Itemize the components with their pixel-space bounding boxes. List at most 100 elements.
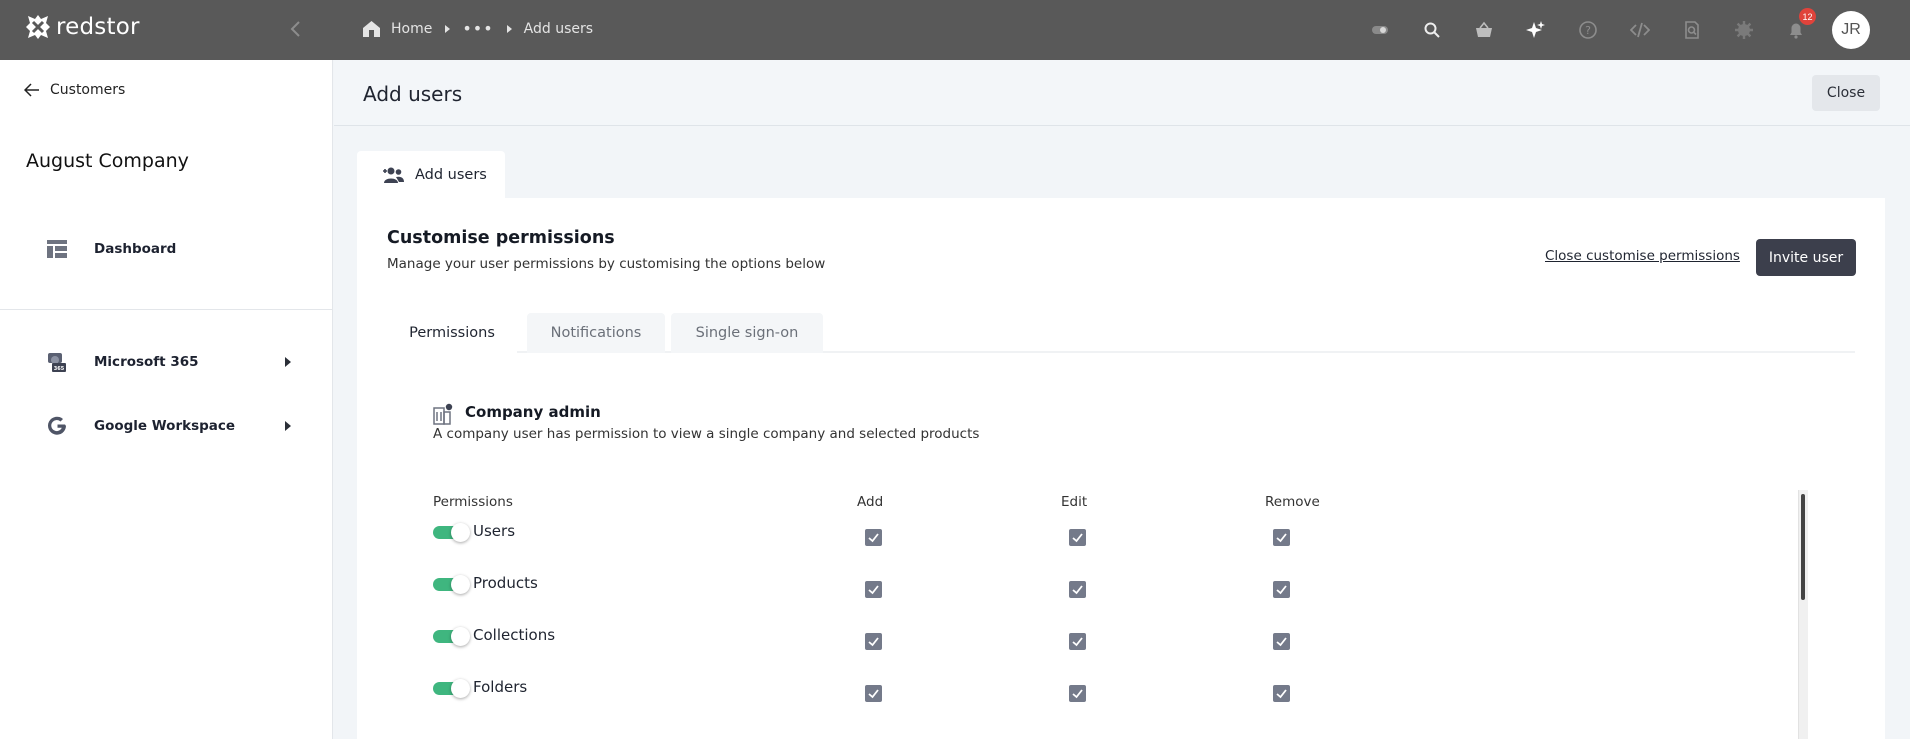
search-icon — [1424, 22, 1440, 38]
check-icon — [868, 637, 879, 647]
edit-checkbox[interactable] — [1069, 581, 1086, 598]
arrow-left-icon — [24, 83, 39, 97]
column-header: Remove — [1265, 494, 1320, 510]
table-row: Collections — [433, 625, 1513, 677]
tab-permissions[interactable]: Permissions — [387, 313, 517, 353]
tab-label: Add users — [415, 167, 487, 183]
column-header: Add — [857, 494, 884, 510]
permission-label: Collections — [473, 626, 556, 644]
check-icon — [1072, 533, 1083, 543]
user-avatar[interactable]: JR — [1832, 11, 1870, 49]
check-icon — [1072, 689, 1083, 699]
back-link-label: Customers — [50, 82, 126, 98]
google-icon — [44, 413, 70, 439]
toggle-icon — [1372, 26, 1388, 34]
role-description: A company user has permission to view a … — [433, 426, 980, 442]
breadcrumb-current: Add users — [523, 20, 594, 37]
sidebar-item-label: Google Workspace — [94, 418, 236, 434]
help-button[interactable]: ? — [1562, 0, 1614, 60]
tab-add-users[interactable]: Add users — [357, 151, 505, 199]
remove-checkbox[interactable] — [1273, 581, 1290, 598]
remove-checkbox[interactable] — [1273, 633, 1290, 650]
basket-icon — [1476, 21, 1492, 37]
edit-checkbox[interactable] — [1069, 633, 1086, 650]
sidebar-item-dashboard[interactable]: Dashboard — [0, 227, 333, 271]
sidebar-item-label: Microsoft 365 — [94, 354, 199, 370]
breadcrumb-home[interactable]: Home — [391, 21, 432, 37]
permissions-panel: Customise permissions Manage your user p… — [357, 198, 1885, 739]
remove-checkbox[interactable] — [1273, 685, 1290, 702]
brand-name: redstor — [56, 14, 140, 40]
add-users-icon — [383, 167, 404, 183]
dashboard-icon — [44, 236, 70, 262]
column-header: Permissions — [433, 494, 513, 510]
code-icon — [1630, 22, 1650, 38]
edit-checkbox[interactable] — [1069, 685, 1086, 702]
table-row: Users — [433, 521, 1513, 573]
add-checkbox[interactable] — [865, 633, 882, 650]
basket-button[interactable] — [1458, 0, 1510, 60]
check-icon — [1276, 533, 1287, 543]
permission-toggle[interactable] — [433, 627, 470, 646]
redstor-logo-icon — [26, 15, 50, 39]
developer-button[interactable] — [1614, 0, 1666, 60]
invite-user-button[interactable]: Invite user — [1756, 239, 1856, 276]
settings-button[interactable] — [1718, 0, 1770, 60]
chevron-right-icon — [506, 24, 512, 33]
svg-text:365: 365 — [54, 366, 65, 372]
tab-single-sign-on[interactable]: Single sign-on — [671, 313, 823, 353]
check-icon — [868, 533, 879, 543]
breadcrumb-more[interactable]: ••• — [462, 19, 493, 38]
caret-right-icon[interactable] — [284, 357, 292, 367]
sidebar-item-google-workspace[interactable]: Google Workspace — [0, 404, 333, 448]
column-header: Edit — [1061, 494, 1088, 510]
top-bar: redstor Home ••• Add users ? 12 JR — [0, 0, 1910, 60]
edit-checkbox[interactable] — [1069, 529, 1086, 546]
table-row: Folders — [433, 677, 1513, 729]
help-icon: ? — [1579, 21, 1597, 39]
check-icon — [868, 585, 879, 595]
permission-toggle[interactable] — [433, 679, 470, 698]
caret-right-icon[interactable] — [284, 421, 292, 431]
breadcrumb: Home ••• Add users — [362, 19, 593, 38]
panel-subtitle: Manage your user permissions by customis… — [387, 256, 826, 272]
collapse-sidebar-button[interactable] — [286, 18, 306, 40]
tab-notifications[interactable]: Notifications — [527, 313, 665, 353]
svg-text:?: ? — [1585, 24, 1591, 37]
check-icon — [1276, 689, 1287, 699]
ai-assistant-button[interactable] — [1510, 0, 1562, 60]
gear-icon — [1735, 21, 1753, 39]
check-icon — [1072, 585, 1083, 595]
check-icon — [868, 689, 879, 699]
page-title: Add users — [363, 82, 463, 106]
scrollbar-thumb[interactable] — [1801, 494, 1805, 600]
add-checkbox[interactable] — [865, 529, 882, 546]
check-icon — [1276, 585, 1287, 595]
home-icon[interactable] — [362, 20, 381, 38]
permission-toggle[interactable] — [433, 575, 470, 594]
chevron-right-icon — [445, 24, 451, 33]
check-icon — [1072, 637, 1083, 647]
brand-logo[interactable]: redstor — [24, 13, 140, 41]
back-to-customers-link[interactable]: Customers — [24, 82, 125, 98]
permission-label: Users — [473, 522, 516, 540]
add-checkbox[interactable] — [865, 581, 882, 598]
permission-toggle[interactable] — [433, 523, 470, 542]
document-search-button[interactable] — [1666, 0, 1718, 60]
notifications-button[interactable]: 12 — [1770, 0, 1822, 60]
top-icon-bar: ? 12 JR — [1354, 0, 1870, 60]
close-button[interactable]: Close — [1812, 75, 1880, 111]
permission-label: Folders — [473, 678, 528, 696]
remove-checkbox[interactable] — [1273, 529, 1290, 546]
notification-badge: 12 — [1799, 8, 1816, 25]
role-title: Company admin — [465, 403, 601, 421]
close-customise-permissions-link[interactable]: Close customise permissions — [1545, 248, 1740, 264]
add-checkbox[interactable] — [865, 685, 882, 702]
sparkle-icon — [1526, 21, 1545, 38]
permissions-scrollbar[interactable] — [1798, 490, 1808, 739]
permission-tabs: Permissions Notifications Single sign-on — [387, 313, 1855, 353]
theme-toggle-button[interactable] — [1354, 0, 1406, 60]
page-header: Add users Close — [334, 60, 1910, 126]
search-button[interactable] — [1406, 0, 1458, 60]
sidebar-item-microsoft-365[interactable]: 365 Microsoft 365 — [0, 340, 333, 384]
